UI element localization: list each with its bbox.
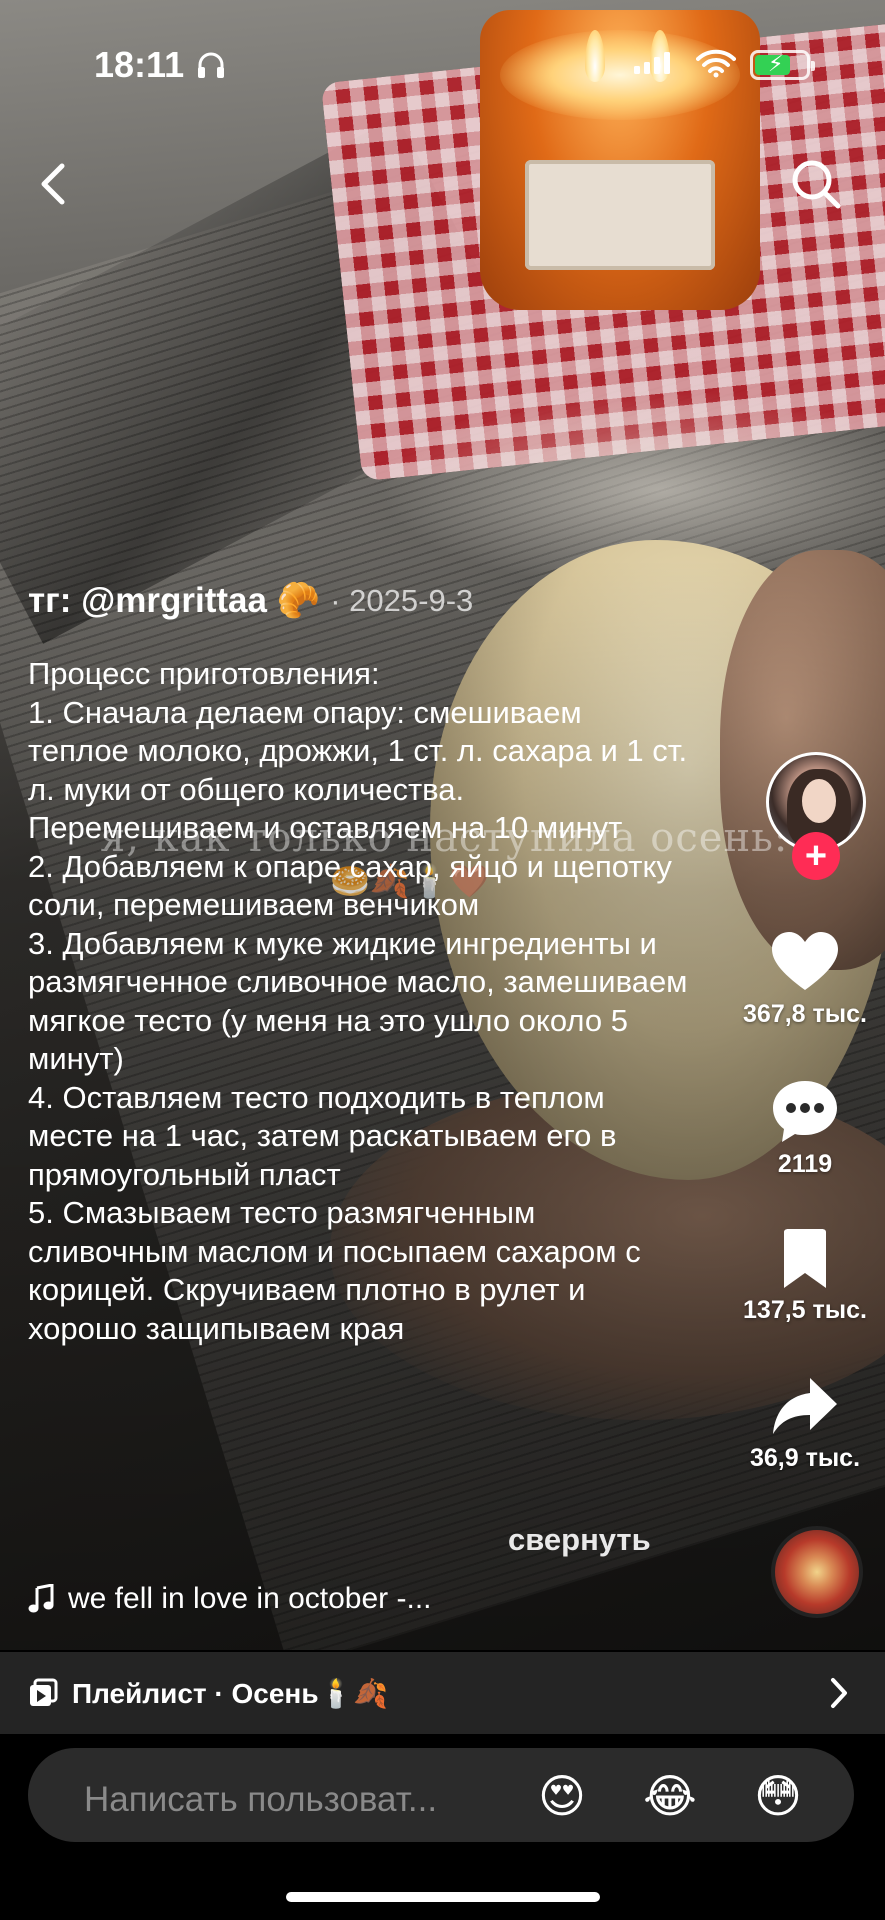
- save-count: 137,5 тыс.: [743, 1296, 867, 1324]
- home-indicator[interactable]: [286, 1892, 600, 1902]
- comment-button[interactable]: 2119: [730, 1078, 880, 1179]
- like-button[interactable]: 367,8 тыс.: [730, 930, 880, 1029]
- heart-eyes-emoji-button[interactable]: 😍: [532, 1766, 592, 1826]
- comment-count: 2119: [777, 1150, 833, 1178]
- headphones-icon: [198, 52, 224, 78]
- playlist-bar[interactable]: Плейлист · Осень🕯️🍂: [0, 1652, 885, 1734]
- author-name[interactable]: тг: @mrgrittaa 🥐: [28, 580, 320, 621]
- comment-box[interactable]: 😍 😂 😳: [28, 1748, 854, 1842]
- comment-icon: [773, 1081, 837, 1142]
- post-caption[interactable]: Процесс приготовления: 1. Сначала делаем…: [28, 655, 688, 1490]
- battery-charging-icon: ⚡: [750, 50, 815, 80]
- share-count: 36,9 тыс.: [749, 1444, 861, 1472]
- playlist-label: Плейлист · Осень🕯️🍂: [72, 1677, 389, 1709]
- save-button[interactable]: 137,5 тыс.: [730, 1228, 880, 1325]
- comment-input[interactable]: [84, 1774, 514, 1826]
- share-arrow-icon: [773, 1378, 837, 1434]
- heart-icon: [772, 932, 838, 990]
- laughing-emoji-button[interactable]: 😂: [640, 1766, 700, 1826]
- cellular-signal-icon: [634, 52, 670, 74]
- post-author-line: тг: @mrgrittaa 🥐 · 2025-9-3: [28, 580, 473, 621]
- wifi-icon: [696, 49, 736, 78]
- music-note-icon: [28, 1584, 54, 1613]
- bookmark-icon: [784, 1229, 826, 1288]
- music-title: we fell in love in october -...: [68, 1582, 432, 1615]
- chevron-left-icon[interactable]: [30, 156, 76, 212]
- chevron-right-icon[interactable]: [829, 1676, 849, 1710]
- comment-bar: 😍 😂 😳: [0, 1734, 885, 1920]
- playlist-icon: [30, 1678, 58, 1706]
- like-count: 367,8 тыс.: [743, 1000, 867, 1028]
- collapse-caption-button[interactable]: свернуть: [508, 1522, 651, 1558]
- follow-button[interactable]: +: [792, 832, 840, 880]
- search-icon[interactable]: [788, 156, 844, 212]
- flushed-emoji-button[interactable]: 😳: [748, 1766, 808, 1826]
- music-disc-avatar[interactable]: [771, 1526, 863, 1618]
- share-button[interactable]: 36,9 тыс.: [730, 1374, 880, 1473]
- post-date: · 2025-9-3: [330, 582, 474, 618]
- music-track[interactable]: we fell in love in october -...: [28, 1582, 432, 1616]
- avatar-face: [802, 779, 836, 823]
- candle-label: [525, 160, 715, 270]
- bolt-icon: ⚡: [768, 51, 784, 76]
- battery-nub: [811, 61, 815, 71]
- status-time: 18:11: [94, 44, 185, 85]
